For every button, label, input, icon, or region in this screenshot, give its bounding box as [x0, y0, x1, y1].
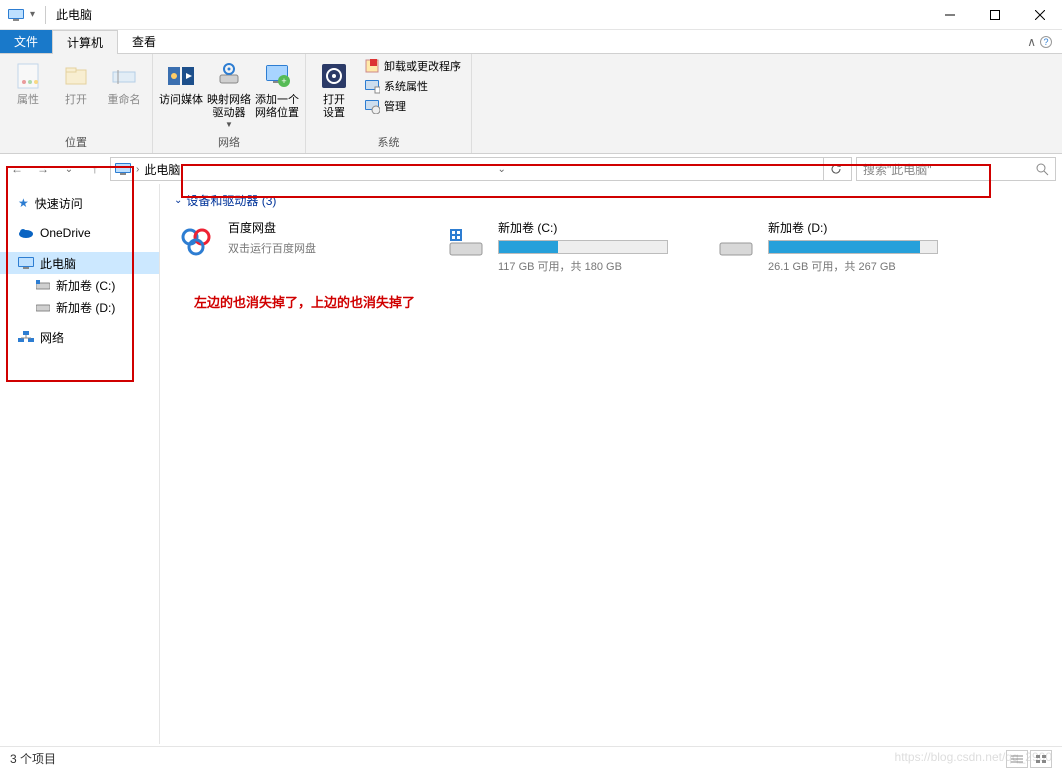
device-drive-d[interactable]: 新加卷 (D:) 26.1 GB 可用，共 267 GB: [714, 219, 954, 274]
address-bar[interactable]: › 此电脑 ⌄: [110, 157, 852, 181]
pc-icon: [115, 163, 131, 175]
open-settings-button[interactable]: 打开 设置: [310, 58, 358, 120]
open-button[interactable]: 打开: [52, 58, 100, 107]
nav-recent[interactable]: ⌄: [58, 164, 80, 175]
nav-up[interactable]: ↑: [84, 162, 106, 176]
statusbar: 3 个项目: [0, 746, 1062, 770]
map-drive-button[interactable]: 映射网络 驱动器 ▼: [205, 58, 253, 129]
sidebar-item-network[interactable]: 网络: [0, 326, 159, 348]
group-header-devices[interactable]: ⌄ 设备和驱动器 (3): [174, 192, 1048, 209]
qat-dropdown-icon[interactable]: ▾: [30, 9, 35, 20]
sidebar-item-drive-c[interactable]: 新加卷 (C:): [0, 274, 159, 296]
ribbon: 属性 打开 重命名 位置 访问媒体 映射网络 驱动器 ▼: [0, 54, 1062, 154]
properties-button[interactable]: 属性: [4, 58, 52, 107]
manage-button[interactable]: 管理: [364, 98, 461, 114]
titlebar-divider: [45, 6, 46, 24]
star-icon: ★: [18, 196, 29, 210]
pc-icon: [8, 9, 24, 21]
pc-icon: [18, 257, 34, 269]
drive-icon: [444, 219, 488, 263]
sidebar: ★ 快速访问 OneDrive 此电脑 新加卷 (C:) 新加卷 (D:) 网络: [0, 184, 160, 744]
rename-button[interactable]: 重命名: [100, 58, 148, 107]
sidebar-item-drive-d[interactable]: 新加卷 (D:): [0, 296, 159, 318]
ribbon-group-system: 打开 设置 卸载或更改程序 系统属性 管理 系统: [306, 54, 472, 153]
device-drive-c[interactable]: 新加卷 (C:) 117 GB 可用，共 180 GB: [444, 219, 684, 274]
view-details-button[interactable]: [1006, 750, 1028, 768]
breadcrumb-current[interactable]: 此电脑: [144, 161, 180, 178]
network-icon: [18, 331, 34, 343]
sidebar-item-onedrive[interactable]: OneDrive: [0, 222, 159, 244]
tab-computer[interactable]: 计算机: [52, 30, 118, 54]
sidebar-item-thispc[interactable]: 此电脑: [0, 252, 159, 274]
status-item-count: 3 个项目: [10, 750, 56, 767]
tab-view[interactable]: 查看: [118, 30, 170, 53]
sidebar-item-quick-access[interactable]: ★ 快速访问: [0, 192, 159, 214]
annotation-text: 左边的也消失掉了，上边的也消失掉了: [194, 292, 1048, 311]
view-icons-button[interactable]: [1030, 750, 1052, 768]
ribbon-tabs: 文件 计算机 查看 ∧?: [0, 30, 1062, 54]
refresh-button[interactable]: [823, 158, 847, 180]
window-title: 此电脑: [56, 6, 92, 23]
baidu-icon: [174, 219, 218, 263]
add-location-button[interactable]: + 添加一个 网络位置: [253, 58, 301, 120]
titlebar: ▾ 此电脑: [0, 0, 1062, 30]
navbar: ← → ⌄ ↑ › 此电脑 ⌄ 搜索"此电脑": [0, 154, 1062, 184]
access-media-button[interactable]: 访问媒体: [157, 58, 205, 107]
device-baidu[interactable]: 百度网盘 双击运行百度网盘: [174, 219, 414, 274]
minimize-button[interactable]: [927, 0, 972, 30]
drive-icon: [36, 302, 50, 312]
tab-file[interactable]: 文件: [0, 30, 52, 53]
close-button[interactable]: [1017, 0, 1062, 30]
drive-usage-bar: [768, 240, 938, 254]
cloud-icon: [18, 228, 34, 238]
drive-icon: [714, 219, 758, 263]
maximize-button[interactable]: [972, 0, 1017, 30]
ribbon-group-location: 属性 打开 重命名 位置: [0, 54, 153, 153]
nav-back[interactable]: ←: [6, 162, 28, 176]
address-dropdown[interactable]: ⌄: [497, 164, 505, 175]
search-placeholder: 搜索"此电脑": [863, 161, 932, 178]
ribbon-collapse[interactable]: ∧?: [1017, 30, 1062, 53]
svg-text:+: +: [281, 76, 286, 86]
uninstall-button[interactable]: 卸载或更改程序: [364, 58, 461, 74]
chevron-right-icon[interactable]: ›: [136, 164, 139, 175]
chevron-down-icon: ⌄: [174, 195, 182, 206]
ribbon-group-network: 访问媒体 映射网络 驱动器 ▼ + 添加一个 网络位置 网络: [153, 54, 306, 153]
system-properties-button[interactable]: 系统属性: [364, 78, 461, 94]
drive-icon: [36, 280, 50, 290]
nav-forward[interactable]: →: [32, 162, 54, 176]
content-pane: ⌄ 设备和驱动器 (3) 百度网盘 双击运行百度网盘 新加卷 (C:) 117 …: [160, 184, 1062, 744]
search-icon: [1036, 163, 1049, 176]
search-box[interactable]: 搜索"此电脑": [856, 157, 1056, 181]
drive-usage-bar: [498, 240, 668, 254]
